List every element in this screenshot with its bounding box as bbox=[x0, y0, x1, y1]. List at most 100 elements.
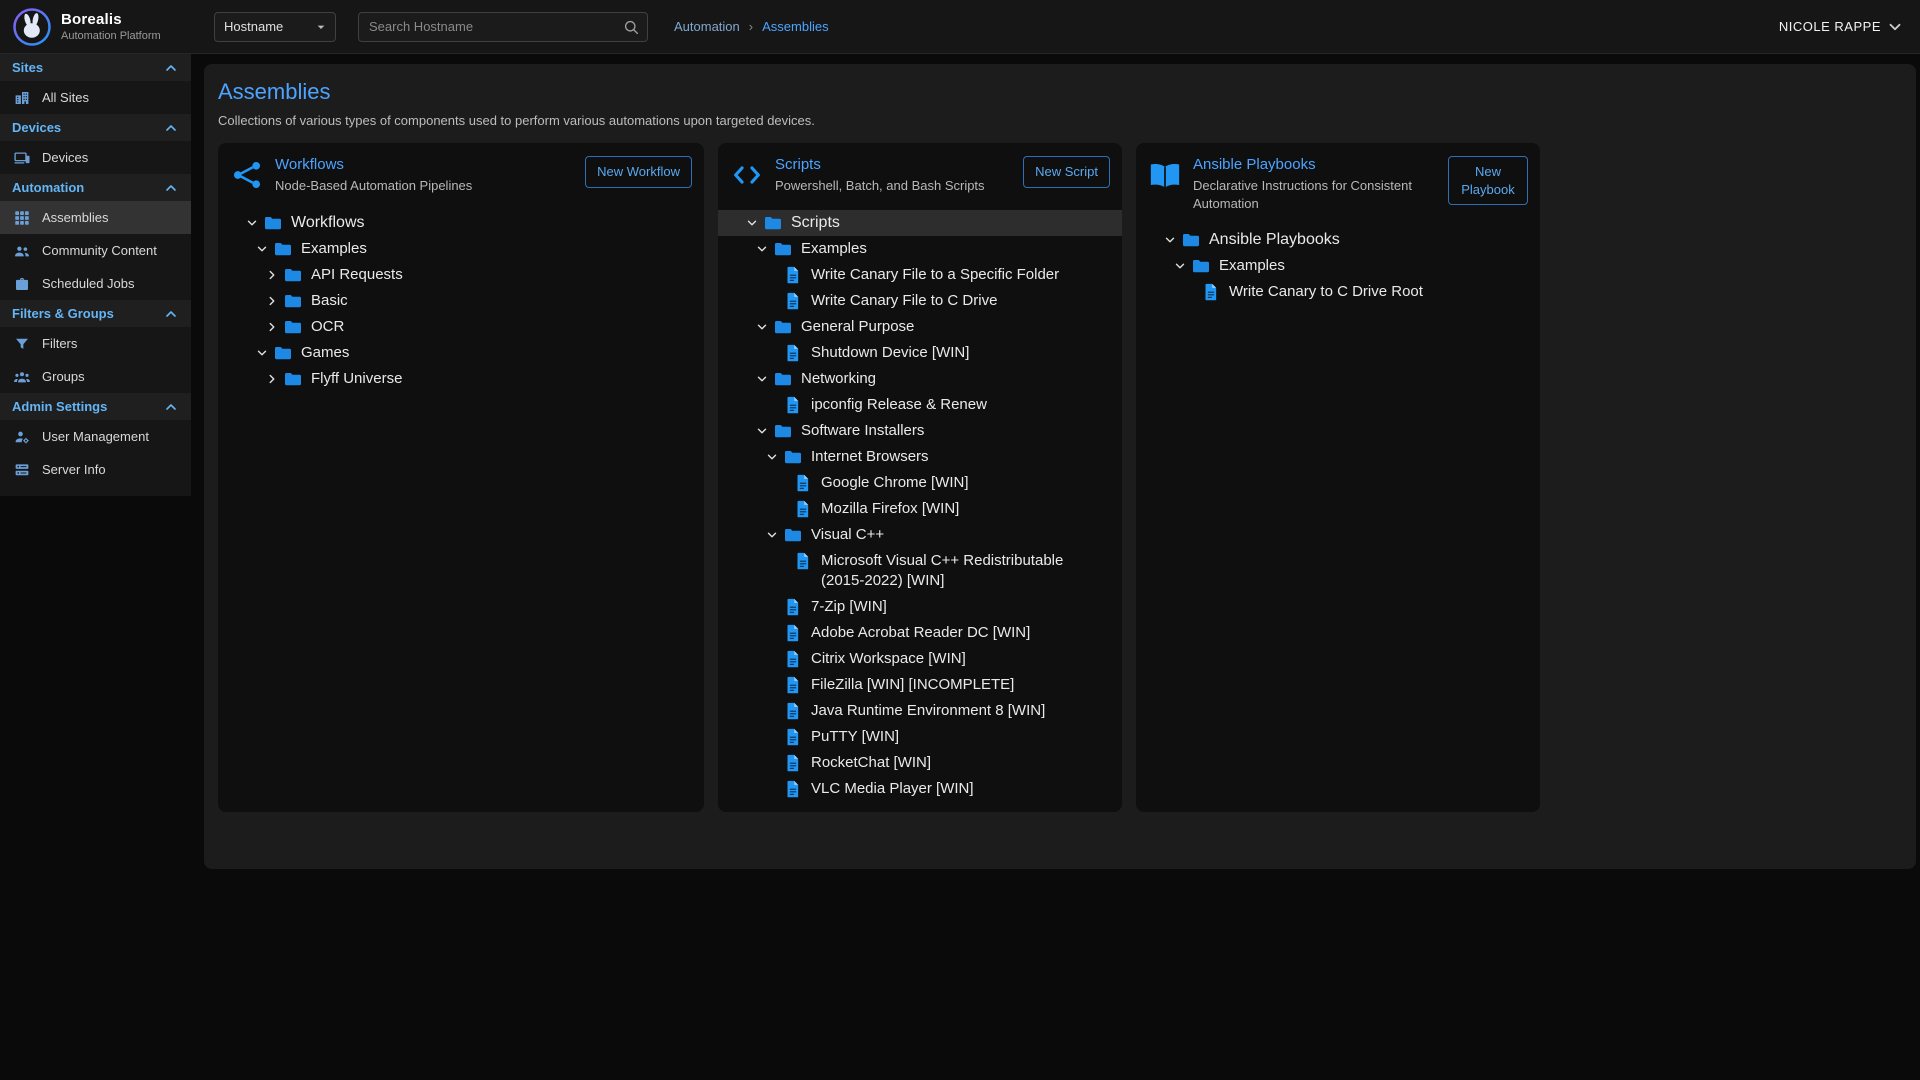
tree-folder-workflows[interactable]: Workflows bbox=[218, 210, 704, 236]
tree-file-write-canary-file-to-a-specific-folder[interactable]: Write Canary File to a Specific Folder bbox=[718, 262, 1122, 288]
briefcase-icon bbox=[13, 275, 31, 293]
tree-file-java-runtime-environment-8-win[interactable]: Java Runtime Environment 8 [WIN] bbox=[718, 698, 1122, 724]
chevron-down-icon[interactable] bbox=[762, 444, 782, 470]
sidebar-section-filters-groups[interactable]: Filters & Groups bbox=[0, 300, 191, 327]
chevron-spacer bbox=[762, 288, 782, 314]
tree-folder-visual-c[interactable]: Visual C++ bbox=[718, 522, 1122, 548]
chevron-right-icon[interactable] bbox=[262, 366, 282, 392]
tree-file-microsoft-visual-c-redistributable-2015-2022-win[interactable]: Microsoft Visual C++ Redistributable (20… bbox=[718, 548, 1122, 594]
chevron-spacer bbox=[772, 470, 792, 496]
search-input[interactable] bbox=[358, 12, 648, 42]
tree-file-adobe-acrobat-reader-dc-win[interactable]: Adobe Acrobat Reader DC [WIN] bbox=[718, 620, 1122, 646]
sidebar-item-community-content[interactable]: Community Content bbox=[0, 234, 191, 267]
tree-folder-ansible-playbooks[interactable]: Ansible Playbooks bbox=[1136, 227, 1540, 253]
chevron-down-icon[interactable] bbox=[1170, 253, 1190, 279]
breadcrumb-automation[interactable]: Automation bbox=[674, 19, 740, 34]
chevron-down-icon[interactable] bbox=[752, 418, 772, 444]
chevron-down-icon[interactable] bbox=[242, 210, 262, 236]
sidebar-item-server-info[interactable]: Server Info bbox=[0, 453, 191, 486]
tree-folder-api-requests[interactable]: API Requests bbox=[218, 262, 704, 288]
sidebar-item-scheduled-jobs[interactable]: Scheduled Jobs bbox=[0, 267, 191, 300]
chevron-up-icon[interactable] bbox=[163, 306, 179, 322]
tree-item-label: API Requests bbox=[311, 262, 403, 288]
tree-file-write-canary-to-c-drive-root[interactable]: Write Canary to C Drive Root bbox=[1136, 279, 1540, 305]
new-workflow-button[interactable]: New Workflow bbox=[585, 156, 692, 188]
tree-file-rocketchat-win[interactable]: RocketChat [WIN] bbox=[718, 750, 1122, 776]
chevron-down-icon[interactable] bbox=[752, 314, 772, 340]
tree-item-label: 7-Zip [WIN] bbox=[811, 594, 887, 620]
sidebar-section-label: Automation bbox=[12, 180, 84, 195]
tree-folder-flyff-universe[interactable]: Flyff Universe bbox=[218, 366, 704, 392]
file-icon bbox=[792, 548, 814, 574]
borealis-logo-icon bbox=[12, 7, 52, 47]
tree-item-label: ipconfig Release & Renew bbox=[811, 392, 987, 418]
chevron-up-icon[interactable] bbox=[163, 399, 179, 415]
tree-item-label: Mozilla Firefox [WIN] bbox=[821, 496, 959, 522]
tree-file-putty-win[interactable]: PuTTY [WIN] bbox=[718, 724, 1122, 750]
tree-folder-examples[interactable]: Examples bbox=[218, 236, 704, 262]
chevron-spacer bbox=[772, 496, 792, 522]
card-subtitle: Declarative Instructions for Consistent … bbox=[1193, 177, 1437, 212]
breadcrumb-assemblies[interactable]: Assemblies bbox=[762, 19, 828, 34]
chevron-spacer bbox=[762, 776, 782, 802]
chevron-right-icon[interactable] bbox=[262, 314, 282, 340]
tree-folder-games[interactable]: Games bbox=[218, 340, 704, 366]
tree-folder-examples[interactable]: Examples bbox=[718, 236, 1122, 262]
tree-folder-ocr[interactable]: OCR bbox=[218, 314, 704, 340]
tree-file-vlc-media-player-win[interactable]: VLC Media Player [WIN] bbox=[718, 776, 1122, 802]
tree-file-shutdown-device-win[interactable]: Shutdown Device [WIN] bbox=[718, 340, 1122, 366]
new-script-button[interactable]: New Script bbox=[1023, 156, 1110, 188]
tree-folder-examples[interactable]: Examples bbox=[1136, 253, 1540, 279]
tree-folder-scripts[interactable]: Scripts bbox=[718, 210, 1122, 236]
folder-icon bbox=[282, 314, 304, 340]
card-subtitle: Node-Based Automation Pipelines bbox=[275, 177, 574, 195]
sidebar-item-user-management[interactable]: User Management bbox=[0, 420, 191, 453]
tree-folder-networking[interactable]: Networking bbox=[718, 366, 1122, 392]
sidebar-item-label: Groups bbox=[42, 369, 85, 384]
user-menu[interactable]: NICOLE RAPPE bbox=[1779, 18, 1904, 36]
card-titles: Scripts Powershell, Batch, and Bash Scri… bbox=[775, 156, 1012, 195]
sidebar-item-devices[interactable]: Devices bbox=[0, 141, 191, 174]
tree-folder-internet-browsers[interactable]: Internet Browsers bbox=[718, 444, 1122, 470]
chevron-up-icon[interactable] bbox=[163, 120, 179, 136]
chevron-up-icon[interactable] bbox=[163, 60, 179, 76]
chevron-down-icon[interactable] bbox=[252, 236, 272, 262]
brand-text: Borealis Automation Platform bbox=[61, 11, 161, 42]
hostname-dropdown[interactable]: Hostname bbox=[214, 12, 336, 42]
sidebar-section-automation[interactable]: Automation bbox=[0, 174, 191, 201]
tree-folder-software-installers[interactable]: Software Installers bbox=[718, 418, 1122, 444]
chevron-down-icon[interactable] bbox=[752, 236, 772, 262]
chevron-down-icon[interactable] bbox=[762, 522, 782, 548]
tree-folder-general-purpose[interactable]: General Purpose bbox=[718, 314, 1122, 340]
sidebar-item-assemblies[interactable]: Assemblies bbox=[0, 201, 191, 234]
sidebar-section-sites[interactable]: Sites bbox=[0, 54, 191, 81]
search-icon[interactable] bbox=[622, 18, 640, 36]
tree-file-filezilla-win-incomplete[interactable]: FileZilla [WIN] [INCOMPLETE] bbox=[718, 672, 1122, 698]
sidebar-item-groups[interactable]: Groups bbox=[0, 360, 191, 393]
tree-file-google-chrome-win[interactable]: Google Chrome [WIN] bbox=[718, 470, 1122, 496]
card-header: Scripts Powershell, Batch, and Bash Scri… bbox=[718, 143, 1122, 204]
sidebar-item-label: All Sites bbox=[42, 90, 89, 105]
card-subtitle: Powershell, Batch, and Bash Scripts bbox=[775, 177, 1012, 195]
sidebar-section-admin-settings[interactable]: Admin Settings bbox=[0, 393, 191, 420]
chevron-down-icon[interactable] bbox=[742, 210, 762, 236]
sidebar-section-devices[interactable]: Devices bbox=[0, 114, 191, 141]
chevron-right-icon[interactable] bbox=[262, 262, 282, 288]
new-playbook-button[interactable]: New Playbook bbox=[1448, 156, 1528, 205]
tree-file-7-zip-win[interactable]: 7-Zip [WIN] bbox=[718, 594, 1122, 620]
chevron-down-icon[interactable] bbox=[1160, 227, 1180, 253]
file-icon bbox=[782, 594, 804, 620]
sidebar-item-all-sites[interactable]: All Sites bbox=[0, 81, 191, 114]
sidebar-item-filters[interactable]: Filters bbox=[0, 327, 191, 360]
server-icon bbox=[13, 461, 31, 479]
tree-file-mozilla-firefox-win[interactable]: Mozilla Firefox [WIN] bbox=[718, 496, 1122, 522]
tree-file-citrix-workspace-win[interactable]: Citrix Workspace [WIN] bbox=[718, 646, 1122, 672]
chevron-down-icon[interactable] bbox=[752, 366, 772, 392]
tree-file-write-canary-file-to-c-drive[interactable]: Write Canary File to C Drive bbox=[718, 288, 1122, 314]
tree-file-ipconfig-release-renew[interactable]: ipconfig Release & Renew bbox=[718, 392, 1122, 418]
chevron-down-icon bbox=[1886, 18, 1904, 36]
tree-folder-basic[interactable]: Basic bbox=[218, 288, 704, 314]
chevron-right-icon[interactable] bbox=[262, 288, 282, 314]
chevron-up-icon[interactable] bbox=[163, 180, 179, 196]
chevron-down-icon[interactable] bbox=[252, 340, 272, 366]
